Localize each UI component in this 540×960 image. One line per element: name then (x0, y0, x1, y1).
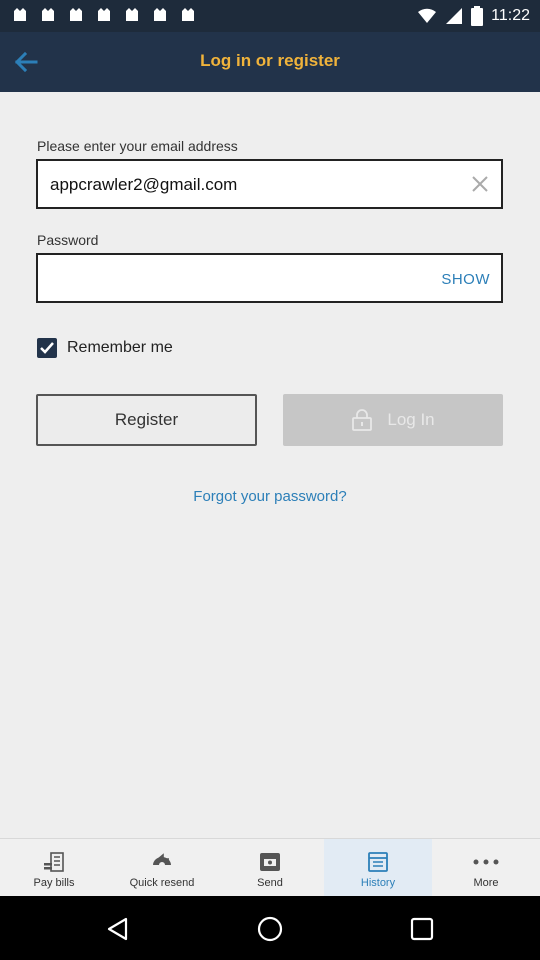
home-circle-icon (257, 916, 283, 942)
tab-label: Pay bills (33, 877, 75, 889)
quick-resend-icon (153, 853, 171, 868)
tab-label: Quick resend (129, 877, 195, 889)
show-password-button[interactable]: SHOW (441, 271, 490, 288)
email-value: appcrawler2@gmail.com (50, 175, 238, 194)
login-button-label: Log In (387, 410, 435, 429)
login-button[interactable]: Log In (283, 394, 503, 446)
tab-label: History (360, 877, 396, 889)
remember-me-label: Remember me (67, 339, 173, 356)
remember-me-checkbox[interactable] (37, 338, 57, 358)
tab-label: Send (257, 877, 283, 889)
tab-pay-bills[interactable]: Pay bills (0, 839, 108, 896)
notification-icons (10, 6, 198, 26)
forgot-password-link[interactable]: Forgot your password? (0, 488, 540, 505)
clear-email-button[interactable] (469, 173, 491, 195)
checkmark-icon (40, 342, 54, 354)
system-navigation-bar (0, 896, 540, 960)
password-field[interactable]: SHOW (36, 253, 503, 303)
bottom-tab-bar: Pay bills Quick resend Send History More (0, 838, 540, 896)
tab-send[interactable]: Send (216, 839, 324, 896)
signal-icon (446, 8, 463, 24)
nav-back-button[interactable] (103, 914, 133, 944)
login-form: Please enter your email address appcrawl… (0, 92, 540, 838)
back-triangle-icon (107, 917, 128, 941)
bills-icon (44, 852, 64, 872)
tab-label: More (473, 877, 499, 889)
send-money-icon (260, 853, 280, 871)
password-label: Password (37, 232, 99, 248)
app-notification-icon (66, 6, 86, 26)
status-bar: 11:22 (0, 0, 540, 32)
system-status: 11:22 (417, 6, 530, 26)
register-button[interactable]: Register (36, 394, 257, 446)
tab-quick-resend[interactable]: Quick resend (108, 839, 216, 896)
lock-icon (352, 409, 373, 431)
wifi-icon (418, 8, 437, 23)
app-notification-icon (10, 6, 30, 26)
email-label: Please enter your email address (37, 138, 238, 154)
app-notification-icon (150, 6, 170, 26)
battery-icon (471, 6, 484, 26)
tab-history[interactable]: History (324, 839, 432, 896)
nav-home-button[interactable] (255, 914, 285, 944)
recents-square-icon (410, 917, 434, 941)
more-dots-icon (473, 859, 499, 865)
tab-more[interactable]: More (432, 839, 540, 896)
app-bar: Log in or register (0, 32, 540, 92)
nav-recents-button[interactable] (407, 914, 437, 944)
app-notification-icon (38, 6, 58, 26)
page-title: Log in or register (200, 51, 340, 70)
app-notification-icon (178, 6, 198, 26)
remember-me-row[interactable]: Remember me (37, 338, 173, 358)
status-time: 11:22 (491, 7, 530, 24)
app-notification-icon (122, 6, 142, 26)
close-icon (472, 176, 488, 192)
app-notification-icon (94, 6, 114, 26)
history-icon (368, 852, 388, 872)
email-field[interactable]: appcrawler2@gmail.com (36, 159, 503, 209)
